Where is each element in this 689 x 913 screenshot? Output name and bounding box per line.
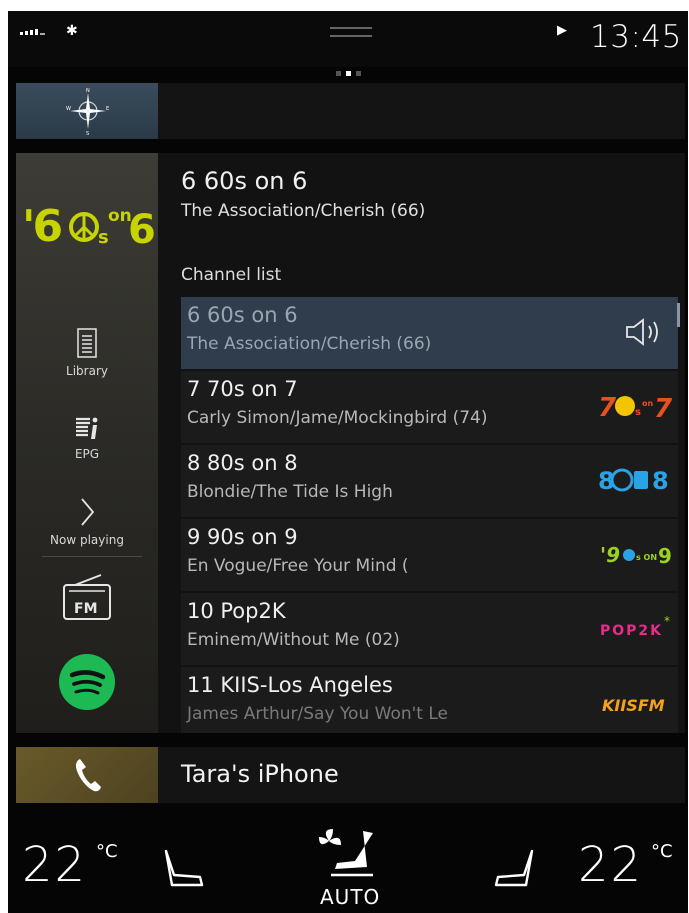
svg-text:7: 7 [598, 393, 617, 421]
channel-subtitle: Blondie/The Tide Is High [187, 482, 393, 502]
bluetooth-icon: ✱ [66, 23, 78, 39]
channel-title: 9 90s on 9 [187, 525, 298, 549]
channel-row[interactable]: 8 80s on 8 Blondie/The Tide Is High 8 8 [181, 445, 678, 517]
svg-text:N: N [86, 88, 90, 94]
channel-row[interactable]: 7 70s on 7 Carly Simon/Jame/Mockingbird … [181, 371, 678, 443]
channel-row[interactable]: 6 60s on 6 The Association/Cherish (66) [181, 297, 678, 369]
channel-title: 7 70s on 7 [187, 377, 298, 401]
phone-tile[interactable]: Tara's iPhone [16, 747, 685, 803]
clock: 13:45 [590, 19, 682, 55]
compass-icon: N S W E [66, 88, 109, 135]
spotify-icon [59, 654, 115, 710]
90s-on-9-logo: '9 s ON 9 [600, 543, 672, 568]
70s-on-7-logo: 7 s on 7 [598, 393, 673, 421]
channel-list-header: Channel list [181, 265, 282, 285]
page-dot [356, 71, 361, 76]
channel-title: 6 60s on 6 [187, 303, 298, 327]
svg-text:S: S [86, 131, 89, 135]
fan-auto-icon[interactable] [311, 823, 391, 885]
media-side-panel: '6 s on 6 Library EPG Now playing FM [16, 153, 158, 733]
side-divider [42, 556, 142, 557]
svg-text:'6: '6 [22, 201, 61, 249]
now-playing-title: 6 60s on 6 [181, 167, 308, 195]
svg-text:6: 6 [128, 207, 156, 249]
channel-subtitle: James Arthur/Say You Won't Le [187, 704, 449, 724]
right-seat-heat-icon[interactable] [490, 847, 540, 893]
svg-text:8: 8 [652, 467, 669, 495]
channel-subtitle: Carly Simon/Jame/Mockingbird (74) [187, 408, 488, 428]
svg-text:s: s [635, 407, 641, 418]
svg-text:FM: FM [74, 601, 98, 617]
epg-button[interactable]: EPG [16, 415, 158, 461]
fan-mode-label: AUTO [320, 885, 381, 909]
svg-text:KIISFM: KIISFM [602, 696, 665, 715]
now-playing-subtitle: The Association/Cherish (66) [181, 201, 426, 221]
svg-text:s ON: s ON [636, 553, 657, 562]
channel-subtitle: Eminem/Without Me (02) [187, 630, 400, 650]
page-dot [336, 71, 341, 76]
navigation-thumbnail[interactable]: N S W E [16, 83, 158, 139]
left-temperature-unit: °C [96, 841, 118, 862]
media-tile: '6 s on 6 Library EPG Now playing FM 6 6… [16, 153, 685, 733]
channel-row[interactable]: 10 Pop2K Eminem/Without Me (02) POP2K * [181, 593, 678, 665]
library-icon [77, 328, 97, 358]
pop2k-logo: POP2K * [600, 614, 670, 639]
svg-text:W: W [66, 106, 71, 112]
svg-text:POP2K: POP2K [600, 623, 663, 639]
channel-row[interactable]: 11 KIIS-Los Angeles James Arthur/Say You… [181, 667, 678, 733]
svg-text:*: * [664, 614, 670, 628]
channel-row[interactable]: 9 90s on 9 En Vogue/Free Your Mind ( '9 … [181, 519, 678, 591]
left-seat-heat-icon[interactable] [158, 847, 208, 893]
svg-text:7: 7 [654, 394, 673, 421]
speaker-icon [626, 318, 658, 346]
signal-icon [20, 29, 45, 35]
phone-device-name: Tara's iPhone [181, 760, 339, 788]
left-temperature[interactable]: 22 [22, 837, 87, 893]
now-playing-button[interactable]: Now playing [16, 497, 158, 547]
right-temperature-unit: °C [651, 841, 673, 862]
svg-text:on: on [642, 399, 653, 408]
channel-title: 11 KIIS-Los Angeles [187, 673, 393, 697]
library-button[interactable]: Library [16, 328, 158, 378]
page-indicator [336, 71, 361, 76]
80s-on-8-logo: 8 8 [598, 467, 669, 495]
svg-text:s: s [98, 227, 109, 248]
epg-label: EPG [74, 447, 100, 461]
kiis-fm-logo: KIISFM [602, 696, 665, 715]
channel-subtitle: The Association/Cherish (66) [187, 334, 432, 354]
pull-down-handle[interactable] [330, 27, 372, 37]
status-bar[interactable]: ✱ ▶ 13:45 [8, 11, 688, 67]
spotify-button[interactable] [16, 653, 158, 714]
phone-icon [76, 759, 101, 792]
right-temperature[interactable]: 22 [578, 837, 643, 893]
channel-subtitle: En Vogue/Free Your Mind ( [187, 556, 409, 576]
fm-radio-icon: FM [63, 574, 111, 620]
svg-text:E: E [106, 106, 109, 112]
infotainment-screen: ✱ ▶ 13:45 N S W E '6 s on 6 Library EPG … [8, 11, 688, 913]
page-dot-active [346, 71, 351, 76]
epg-icon [76, 417, 98, 439]
channel-title: 8 80s on 8 [187, 451, 298, 475]
svg-text:9: 9 [658, 544, 672, 568]
channel-title: 10 Pop2K [187, 599, 286, 623]
channel-list-scrollbar[interactable] [677, 303, 680, 327]
now-playing-label: Now playing [50, 533, 124, 547]
phone-thumbnail[interactable] [16, 747, 158, 803]
chevron-right-icon [81, 498, 95, 526]
library-label: Library [66, 364, 108, 378]
play-icon: ▶ [557, 23, 567, 38]
navigation-tile[interactable]: N S W E [16, 83, 685, 139]
svg-text:'9: '9 [600, 543, 620, 567]
station-logo-60s-on-6[interactable]: '6 s on 6 [20, 193, 158, 249]
channel-list[interactable]: 6 60s on 6 The Association/Cherish (66) … [181, 297, 678, 733]
fm-radio-button[interactable]: FM [16, 573, 158, 624]
